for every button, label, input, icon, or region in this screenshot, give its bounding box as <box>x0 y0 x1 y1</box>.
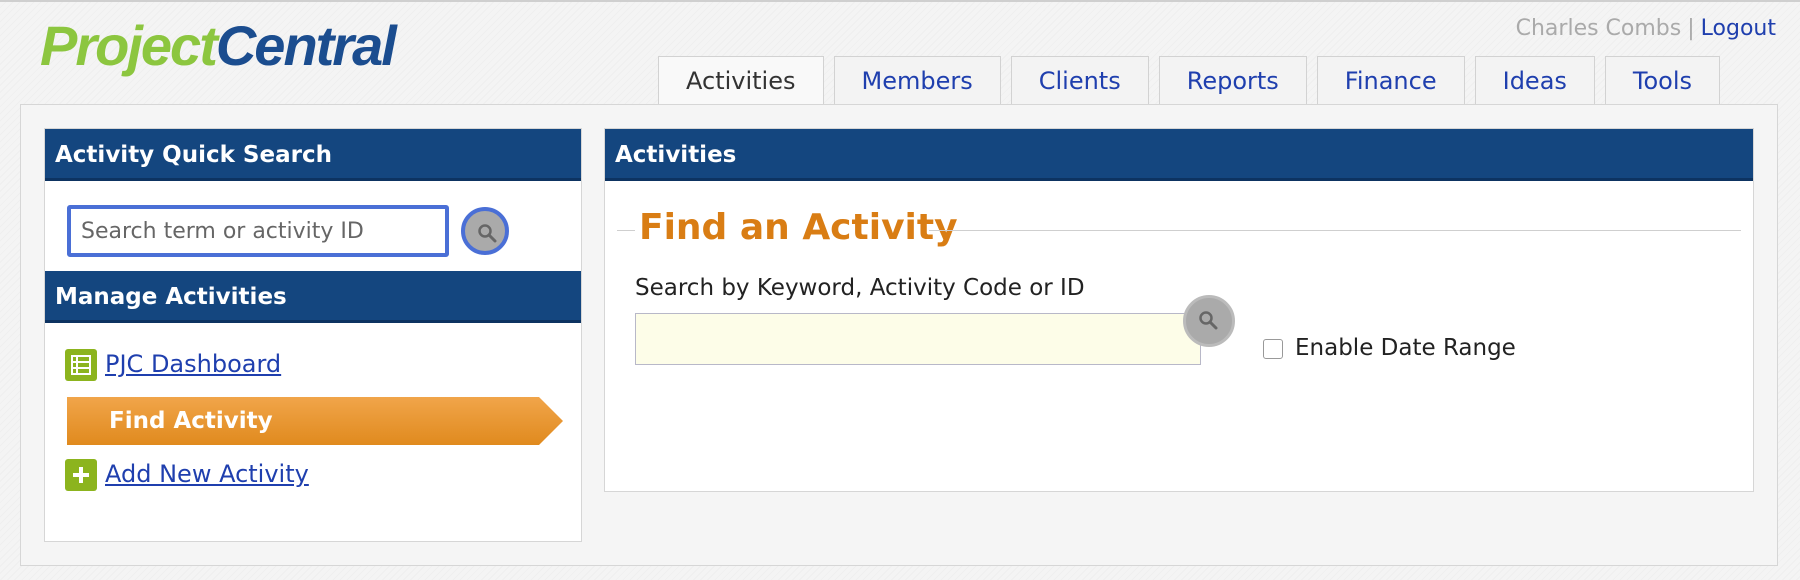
tab-activities[interactable]: Activities <box>658 56 824 106</box>
pjc-dashboard-link[interactable]: PJC Dashboard <box>105 350 281 378</box>
tab-reports[interactable]: Reports <box>1158 56 1307 104</box>
sidebar-item-add-new-activity[interactable]: Add New Activity <box>65 459 309 491</box>
add-new-activity-link[interactable]: Add New Activity <box>105 460 309 488</box>
find-activity-section-title: Find an Activity <box>639 207 958 248</box>
sidebar: Activity Quick Search Manage Activities … <box>44 128 582 542</box>
main-panel: Activities Find an Activity Search by Ke… <box>604 128 1754 492</box>
fieldset-border-right <box>929 230 1741 231</box>
user-bar: Charles Combs | Logout <box>1516 16 1776 41</box>
enable-date-range-checkbox[interactable] <box>1263 339 1283 359</box>
user-name: Charles Combs <box>1515 16 1682 41</box>
keyword-search-button[interactable] <box>1183 295 1235 347</box>
project-central-logo[interactable]: ProjectCentral <box>40 18 397 74</box>
manage-activities-heading: Manage Activities <box>45 271 581 323</box>
quick-search-heading: Activity Quick Search <box>45 129 581 181</box>
sidebar-item-pjc-dashboard[interactable]: PJC Dashboard <box>65 349 281 381</box>
plus-icon <box>65 459 97 491</box>
tab-finance[interactable]: Finance <box>1316 56 1465 104</box>
keyword-search-input[interactable] <box>635 313 1201 365</box>
tab-clients[interactable]: Clients <box>1010 56 1149 104</box>
find-activity-label: Find Activity <box>109 408 273 434</box>
sidebar-item-find-activity[interactable]: Find Activity <box>67 397 563 445</box>
logo-part-project: Project <box>40 14 218 77</box>
table-icon <box>65 349 97 381</box>
enable-date-range-label[interactable]: Enable Date Range <box>1295 335 1516 361</box>
main-nav-tabs: Activities Members Clients Reports Finan… <box>658 56 1721 106</box>
user-separator: | <box>1687 16 1695 41</box>
quick-search-button[interactable] <box>461 207 509 255</box>
search-icon <box>478 224 497 243</box>
logout-link[interactable]: Logout <box>1701 16 1776 41</box>
tab-members[interactable]: Members <box>833 56 1001 104</box>
logo-part-central: Central <box>215 14 397 77</box>
quick-search-input[interactable] <box>67 205 449 257</box>
tab-ideas[interactable]: Ideas <box>1474 56 1595 104</box>
fieldset-border-left <box>617 230 635 231</box>
search-icon <box>1199 311 1218 330</box>
tab-tools[interactable]: Tools <box>1604 56 1721 104</box>
main-panel-heading: Activities <box>605 129 1753 181</box>
keyword-search-label: Search by Keyword, Activity Code or ID <box>635 275 1085 301</box>
